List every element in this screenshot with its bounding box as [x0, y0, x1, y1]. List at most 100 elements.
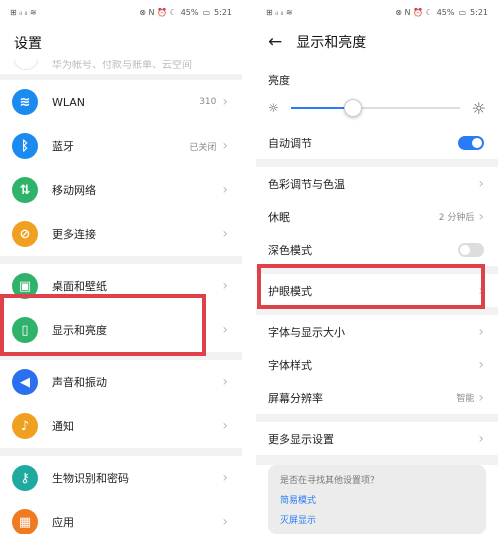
signal-icons: ⊞ ᵢₗ ᵢₗ ≋ — [266, 7, 293, 17]
wifi-icon: ≋ — [12, 89, 38, 115]
settings-item-label: 显示和亮度 — [52, 324, 107, 337]
clock: 5:21 — [470, 7, 488, 17]
settings-item[interactable]: ▦ 应用 › — [0, 500, 242, 534]
settings-item[interactable]: ⇅ 移动网络 › — [0, 168, 242, 212]
account-row-label: 华为帐号、付款与账单、云空间 — [52, 60, 192, 71]
bluetooth-icon: ᛒ — [12, 133, 38, 159]
settings-item-label: 声音和振动 — [52, 376, 107, 389]
chevron-right-icon: › — [222, 138, 228, 154]
more-display-row[interactable]: 更多显示设置 › — [256, 422, 498, 455]
chevron-right-icon: › — [222, 470, 228, 486]
settings-item[interactable]: ⊘ 更多连接 › — [0, 212, 242, 256]
option-value: 智能 — [456, 394, 475, 404]
signal-icons: ⊞ ᵢₗ ᵢₗ ≋ — [10, 7, 37, 17]
eye-comfort-group: 护眼模式 › — [256, 274, 498, 307]
avatar — [14, 60, 38, 70]
settings-item[interactable]: ▣ 桌面和壁纸 › — [0, 264, 242, 308]
settings-item[interactable]: ᛒ 蓝牙 已关闭 › — [0, 124, 242, 168]
auto-adjust-row[interactable]: 自动调节 — [256, 126, 498, 159]
status-bar: ⊞ ᵢₗ ᵢₗ ≋ ⊗ N ⏰ ☾ 45% ▭ 5:21 — [0, 0, 242, 24]
chevron-right-icon: › — [478, 356, 484, 373]
option-label: 休眠 — [268, 210, 290, 224]
option-label: 字体与显示大小 — [268, 325, 345, 339]
settings-group: ▣ 桌面和壁纸 › ▯ 显示和亮度 › — [0, 264, 242, 352]
chevron-right-icon: › — [222, 278, 228, 294]
header: ← 显示和亮度 — [256, 24, 498, 60]
more-display-label: 更多显示设置 — [268, 432, 334, 446]
settings-item-value: 已关闭 — [189, 142, 217, 153]
option-value: 2 分钟后 — [438, 213, 475, 223]
brightness-slider[interactable] — [290, 99, 460, 117]
sun-large-icon: ☼ — [471, 98, 486, 118]
display-option-row[interactable]: 色彩调节与色温 › — [256, 167, 498, 200]
option-label: 字体样式 — [268, 358, 312, 372]
chevron-right-icon: › — [222, 226, 228, 242]
status-bar: ⊞ ᵢₗ ᵢₗ ≋ ⊗ N ⏰ ☾ 45% ▭ 5:21 — [256, 0, 498, 24]
suggest-group: 是否在寻找其他设置项？ 简易模式 灭屏显示 — [256, 465, 498, 534]
font-options-group: 字体与显示大小 › 字体样式 › 屏幕分辨率 智能 › — [256, 315, 498, 414]
option-label: 深色模式 — [268, 243, 312, 257]
eye-comfort-label: 护眼模式 — [268, 284, 312, 298]
eye-comfort-row[interactable]: 护眼模式 › — [256, 274, 498, 307]
clock: 5:21 — [214, 7, 232, 17]
settings-item-label: 通知 — [52, 420, 74, 433]
more-display-group: 更多显示设置 › — [256, 422, 498, 455]
display-option-row[interactable]: 深色模式 — [256, 233, 498, 266]
bell-icon: ♪ — [12, 413, 38, 439]
status-icons: ⊗ N ⏰ ☾ — [139, 7, 177, 17]
chevron-right-icon: › — [222, 514, 228, 530]
account-row-partial[interactable]: 华为帐号、付款与账单、云空间 — [0, 60, 242, 74]
font-option-row[interactable]: 屏幕分辨率 智能 › — [256, 381, 498, 414]
option-label: 色彩调节与色温 — [268, 177, 345, 191]
back-arrow-icon[interactable]: ← — [268, 32, 282, 52]
link-simple-mode[interactable]: 简易模式 — [280, 493, 474, 506]
chevron-right-icon: › — [478, 389, 484, 406]
settings-item[interactable]: ⚷ 生物识别和密码 › — [0, 456, 242, 500]
chevron-right-icon: › — [478, 175, 484, 192]
settings-item[interactable]: ▯ 显示和亮度 › — [0, 308, 242, 352]
settings-item-label: 桌面和壁纸 — [52, 280, 107, 293]
suggestion-question: 是否在寻找其他设置项？ — [280, 476, 380, 486]
apps-icon: ▦ — [12, 509, 38, 534]
settings-item[interactable]: ♪ 通知 › — [0, 404, 242, 448]
settings-item-label: 蓝牙 — [52, 140, 74, 153]
chevron-right-icon: › — [478, 208, 484, 225]
font-option-row[interactable]: 字体与显示大小 › — [256, 315, 498, 348]
settings-item[interactable]: ≋ WLAN 310 › — [0, 80, 242, 124]
link-icon: ⊘ — [12, 221, 38, 247]
font-option-row[interactable]: 字体样式 › — [256, 348, 498, 381]
page-title: 显示和亮度 — [296, 35, 367, 51]
brightness-thumb[interactable] — [344, 99, 363, 117]
chevron-right-icon: › — [222, 322, 228, 338]
settings-item-label: 生物识别和密码 — [52, 472, 129, 485]
brightness-group: 亮度 ☼ ☼ 自动调节 — [256, 60, 498, 159]
settings-item[interactable]: ◀ 声音和振动 › — [0, 360, 242, 404]
battery-icon: ▭ — [202, 7, 211, 17]
link-aod[interactable]: 灭屏显示 — [280, 513, 474, 526]
mobile-network-icon: ⇅ — [12, 177, 38, 203]
battery-icon: ▭ — [458, 7, 467, 17]
wallpaper-icon: ▣ — [12, 273, 38, 299]
display-options-group: 色彩调节与色温 › 休眠 2 分钟后 › 深色模式 — [256, 167, 498, 266]
chevron-right-icon: › — [222, 374, 228, 390]
suggestion-box: 是否在寻找其他设置项？ 简易模式 灭屏显示 — [268, 465, 486, 534]
settings-item-label: 更多连接 — [52, 228, 96, 241]
divider — [242, 0, 256, 534]
settings-item-label: 移动网络 — [52, 184, 96, 197]
auto-adjust-toggle[interactable] — [458, 135, 484, 150]
dark-mode-toggle[interactable] — [458, 242, 484, 257]
settings-item-label: WLAN — [52, 95, 86, 109]
status-icons: ⊗ N ⏰ ☾ — [395, 7, 433, 17]
settings-item-label: 应用 — [52, 516, 74, 529]
chevron-right-icon: › — [478, 430, 484, 447]
display-option-row[interactable]: 休眠 2 分钟后 › — [256, 200, 498, 233]
settings-list: ≋ WLAN 310 › ᛒ 蓝牙 已关闭 › ⇅ 移动网络 › ⊘ 更多连接 › ▣ 桌面和壁纸 › ▯ 显示和亮… — [0, 80, 242, 534]
auto-adjust-label: 自动调节 — [268, 136, 312, 150]
option-label: 屏幕分辨率 — [268, 391, 323, 405]
settings-page: ⊞ ᵢₗ ᵢₗ ≋ ⊗ N ⏰ ☾ 45% ▭ 5:21 设置 华为帐号、付款与… — [0, 0, 242, 534]
brightness-label: 亮度 — [268, 74, 290, 87]
battery-percent: 45% — [436, 7, 455, 17]
sound-icon: ◀ — [12, 369, 38, 395]
settings-group: ◀ 声音和振动 › ♪ 通知 › — [0, 360, 242, 448]
settings-group: ⚷ 生物识别和密码 › ▦ 应用 › — [0, 456, 242, 534]
